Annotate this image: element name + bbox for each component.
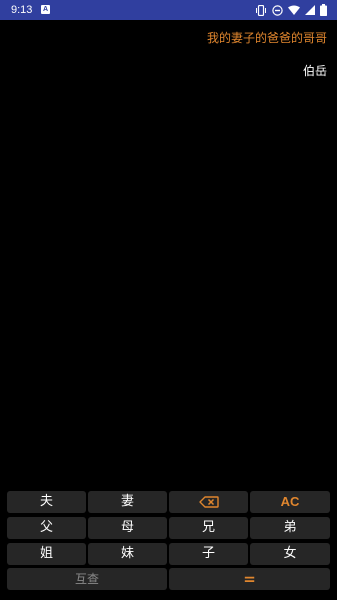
status-icons (255, 3, 327, 17)
do-not-disturb-icon (272, 4, 283, 16)
cell-signal-icon (305, 5, 315, 15)
wifi-icon (288, 5, 300, 15)
battery-icon (320, 4, 327, 16)
key-elder-sister[interactable]: 姐 (7, 543, 86, 565)
key-elder-brother[interactable]: 兄 (169, 517, 248, 539)
key-daughter[interactable]: 女 (250, 543, 330, 565)
key-mother[interactable]: 母 (88, 517, 167, 539)
vibrate-icon (255, 4, 267, 16)
equals-label: = (243, 570, 256, 588)
status-time: 9:13 (11, 4, 33, 16)
key-husband[interactable]: 夫 (7, 491, 86, 513)
key-wife[interactable]: 妻 (88, 491, 167, 513)
reverse-lookup-button[interactable]: 互查 (7, 568, 167, 590)
notification-icon: A (41, 5, 50, 14)
relation-result: 伯岳 (302, 64, 327, 78)
key-son[interactable]: 子 (169, 543, 248, 565)
key-younger-sister[interactable]: 妹 (88, 543, 167, 565)
keypad: 夫 妻 AC 父 母 兄 弟 姐 妹 子 女 互查 = (7, 491, 330, 591)
status-bar: 9:13 A (0, 0, 337, 20)
relation-expression: 我的妻子的爸爸的哥哥 (206, 31, 327, 45)
key-younger-brother[interactable]: 弟 (250, 517, 330, 539)
equals-button[interactable]: = (169, 568, 330, 590)
clear-button[interactable]: AC (250, 491, 330, 513)
backspace-icon (198, 495, 219, 508)
backspace-button[interactable] (169, 491, 248, 513)
key-father[interactable]: 父 (7, 517, 86, 539)
app-screen: 9:13 A 我的妻子的爸爸的哥哥 伯岳 夫 妻 AC 父 母 兄 弟 姐 妹 … (0, 0, 337, 600)
